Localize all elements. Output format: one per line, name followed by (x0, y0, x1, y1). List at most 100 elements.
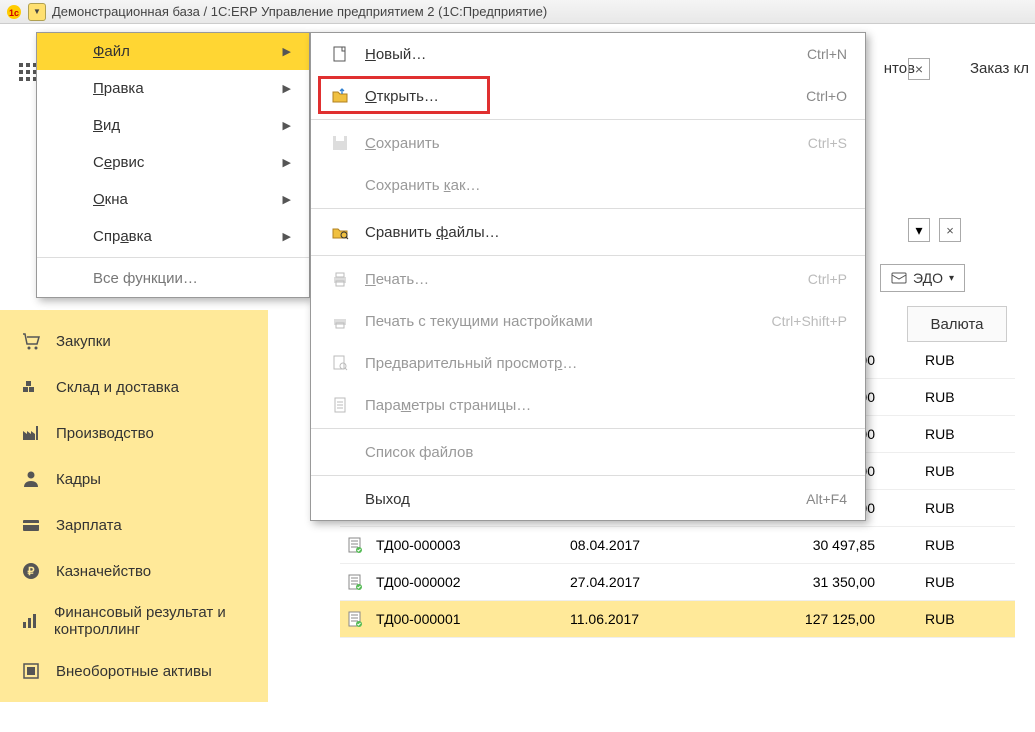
warehouse-icon (20, 376, 42, 398)
menu-item-label: Справка (93, 228, 152, 245)
cell-sum: 30 497,85 (730, 537, 915, 553)
cell-currency: RUB (915, 611, 1015, 627)
submenu-item-6[interactable]: Сравнить файлы… (311, 211, 865, 253)
submenu-arrow-icon: ▶ (283, 119, 291, 132)
apps-grid-icon[interactable] (18, 62, 38, 82)
cell-sum: 127 125,00 (730, 611, 915, 627)
sidebar-item-card[interactable]: Зарплата (0, 502, 268, 548)
edo-button[interactable]: ЭДО ▾ (880, 264, 965, 292)
factory-icon (20, 422, 42, 444)
system-menu-dropdown[interactable]: ▼ (28, 3, 46, 21)
submenu-item-13: Список файлов (311, 431, 865, 473)
cell-currency: RUB (915, 574, 1015, 590)
open-icon (329, 85, 351, 107)
person-icon (20, 468, 42, 490)
document-icon (340, 536, 370, 554)
sidebar-item-label: Внеоборотные активы (56, 663, 212, 680)
submenu-item-label: Печать… (365, 271, 794, 288)
table-row[interactable]: ТД00-00000227.04.201731 350,00RUB (340, 564, 1015, 601)
menu-item-windows[interactable]: Окна▶ (37, 181, 309, 218)
cart-icon (20, 330, 42, 352)
tab-label-cut[interactable]: Заказ кл (970, 60, 1029, 77)
sidebar-item-ruble[interactable]: ₽ Казначейство (0, 548, 268, 594)
cell-date: 08.04.2017 (570, 537, 730, 553)
filter-dropdown-button[interactable]: ▾ (908, 218, 930, 242)
sidebar-item-warehouse[interactable]: Склад и доставка (0, 364, 268, 410)
titlebar: 1c ▼ Демонстрационная база / 1C:ERP Упра… (0, 0, 1035, 24)
menu-item-service[interactable]: Сервис ▶ (37, 144, 309, 181)
menu-item-file[interactable]: Файл▶ (37, 33, 309, 70)
menu-item-view[interactable]: Вид ▶ (37, 107, 309, 144)
cell-sum: 31 350,00 (730, 574, 915, 590)
sidebar-item-factory[interactable]: Производство (0, 410, 268, 456)
cell-currency: RUB (915, 389, 1015, 405)
cell-currency: RUB (915, 463, 1015, 479)
keyboard-shortcut: Ctrl+P (808, 271, 847, 287)
blank-icon (329, 174, 351, 196)
save-icon (329, 132, 351, 154)
keyboard-shortcut: Ctrl+Shift+P (772, 313, 847, 329)
filter-clear-button[interactable]: × (939, 218, 961, 242)
preview-icon (329, 352, 351, 374)
edo-label: ЭДО (913, 270, 943, 286)
ruble-icon: ₽ (20, 560, 42, 582)
sidebar-item-label: Зарплата (56, 517, 122, 534)
menu-item-label: Вид (93, 117, 120, 134)
sidebar-item-chart[interactable]: Финансовый результат и контроллинг (0, 594, 268, 648)
sidebar-item-assets[interactable]: Внеоборотные активы (0, 648, 268, 694)
tab-close-button[interactable]: × (908, 58, 930, 80)
submenu-item-3: СохранитьCtrl+S (311, 122, 865, 164)
submenu-item-label: Печать с текущими настройками (365, 313, 758, 330)
edo-caret-icon: ▾ (949, 273, 954, 284)
submenu-item-4: Сохранить как… (311, 164, 865, 206)
table-row[interactable]: ТД00-00000308.04.201730 497,85RUB (340, 527, 1015, 564)
keyboard-shortcut: Ctrl+N (807, 46, 847, 62)
navigation-sidebar: Закупки Склад и доставка Производство Кадры… (0, 310, 268, 702)
cell-currency: RUB (915, 500, 1015, 516)
submenu-arrow-icon: ▶ (283, 230, 291, 243)
cell-document: ТД00-000003 (370, 537, 570, 553)
table-row[interactable]: ТД00-00000111.06.2017127 125,00RUB (340, 601, 1015, 638)
submenu-item-label: Сохранить как… (365, 177, 847, 194)
menu-item-allfunc[interactable]: Все функции… (37, 260, 309, 297)
submenu-item-15[interactable]: ВыходAlt+F4 (311, 478, 865, 520)
keyboard-shortcut: Ctrl+O (806, 88, 847, 104)
sidebar-item-label: Закупки (56, 333, 111, 350)
sidebar-item-label: Кадры (56, 471, 101, 488)
menu-item-label: Все функции… (93, 270, 198, 287)
file-submenu: Новый…Ctrl+NОткрыть…Ctrl+O СохранитьCtrl+… (310, 32, 866, 521)
app-icon-1c: 1c (6, 4, 22, 20)
submenu-item-1[interactable]: Открыть…Ctrl+O (311, 75, 865, 117)
sidebar-item-cart[interactable]: Закупки (0, 318, 268, 364)
submenu-item-label: Сравнить файлы… (365, 224, 847, 241)
compare-icon (329, 221, 351, 243)
sidebar-item-label: Склад и доставка (56, 379, 179, 396)
submenu-item-8: Печать… Ctrl+P (311, 258, 865, 300)
window-title: Демонстрационная база / 1C:ERP Управлени… (52, 4, 547, 19)
menu-item-label: Файл (93, 43, 130, 60)
submenu-arrow-icon: ▶ (283, 156, 291, 169)
submenu-item-10: Предварительный просмотр… (311, 342, 865, 384)
column-header-currency[interactable]: Валюта (907, 306, 1007, 342)
svg-text:1c: 1c (9, 8, 19, 18)
blank-icon (329, 488, 351, 510)
menu-item-label: Сервис (93, 154, 144, 171)
assets-icon (20, 660, 42, 682)
edo-icon (891, 270, 907, 286)
main-menu: Файл▶Правка▶ Вид ▶ Сервис ▶ Окна▶ Справка ▶ Все … (36, 32, 310, 298)
submenu-item-label: Параметры страницы… (365, 397, 847, 414)
print-icon (329, 268, 351, 290)
menu-item-edit[interactable]: Правка▶ (37, 70, 309, 107)
menu-item-label: Окна (93, 191, 128, 208)
menu-item-label: Правка (93, 80, 144, 97)
keyboard-shortcut: Alt+F4 (806, 491, 847, 507)
cell-currency: RUB (915, 537, 1015, 553)
document-icon (340, 610, 370, 628)
sidebar-item-person[interactable]: Кадры (0, 456, 268, 502)
sidebar-item-label: Казначейство (56, 563, 151, 580)
submenu-item-0[interactable]: Новый…Ctrl+N (311, 33, 865, 75)
sidebar-item-label: Финансовый результат и контроллинг (54, 604, 248, 638)
menu-item-help[interactable]: Справка ▶ (37, 218, 309, 255)
submenu-item-9: Печать с текущими настройками Ctrl+Shift+… (311, 300, 865, 342)
document-icon (340, 573, 370, 591)
